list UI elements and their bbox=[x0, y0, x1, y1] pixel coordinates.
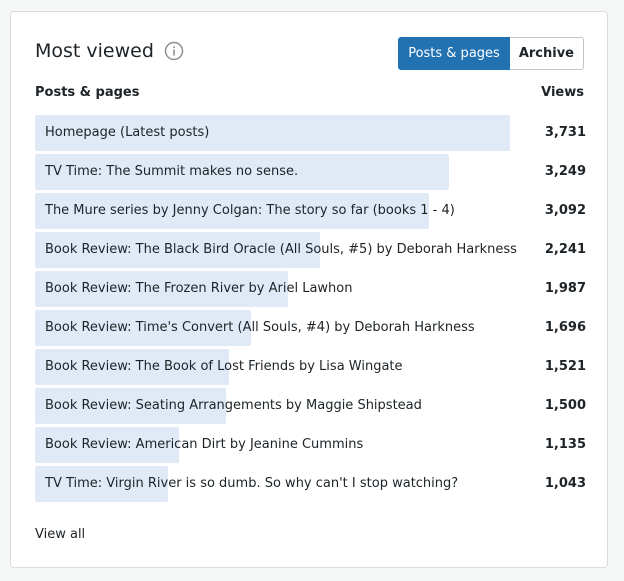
view-count: 1,500 bbox=[544, 398, 586, 413]
list-item[interactable]: Book Review: The Book of Lost Friends by… bbox=[35, 349, 586, 385]
list-item[interactable]: TV Time: The Summit makes no sense. 3,249 bbox=[35, 154, 586, 190]
list-item[interactable]: Book Review: Seating Arrangements by Mag… bbox=[35, 388, 586, 424]
most-viewed-card: Most viewed Posts & pages Archive Posts … bbox=[10, 11, 608, 568]
post-title-link[interactable]: Book Review: The Black Bird Oracle (All … bbox=[45, 232, 517, 268]
view-count: 3,731 bbox=[544, 125, 586, 140]
post-title-link[interactable]: Book Review: Time's Convert (All Souls, … bbox=[45, 310, 475, 346]
list-item[interactable]: Book Review: American Dirt by Jeanine Cu… bbox=[35, 427, 586, 463]
post-title-link[interactable]: TV Time: The Summit makes no sense. bbox=[45, 154, 298, 190]
view-count: 1,987 bbox=[544, 281, 586, 296]
post-title-link[interactable]: TV Time: Virgin River is so dumb. So why… bbox=[45, 466, 458, 502]
view-count: 3,092 bbox=[544, 203, 586, 218]
column-header-views: Views bbox=[541, 85, 584, 100]
view-count: 1,696 bbox=[544, 320, 586, 335]
list-item[interactable]: Book Review: Time's Convert (All Souls, … bbox=[35, 310, 586, 346]
view-count: 3,249 bbox=[544, 164, 586, 179]
post-title-link[interactable]: Book Review: The Frozen River by Ariel L… bbox=[45, 271, 352, 307]
post-title-link[interactable]: Book Review: American Dirt by Jeanine Cu… bbox=[45, 427, 363, 463]
view-count: 1,043 bbox=[544, 476, 586, 491]
tab-posts-pages[interactable]: Posts & pages bbox=[398, 37, 510, 70]
view-toggle: Posts & pages Archive bbox=[398, 37, 584, 70]
most-viewed-list: Homepage (Latest posts) 3,731 TV Time: The… bbox=[35, 115, 586, 505]
post-title-link[interactable]: Book Review: The Book of Lost Friends by… bbox=[45, 349, 403, 385]
tab-archive[interactable]: Archive bbox=[509, 37, 584, 70]
view-count: 1,135 bbox=[544, 437, 586, 452]
view-count: 2,241 bbox=[544, 242, 586, 257]
view-count: 1,521 bbox=[544, 359, 586, 374]
list-item[interactable]: TV Time: Virgin River is so dumb. So why… bbox=[35, 466, 586, 502]
info-circle-icon[interactable] bbox=[164, 41, 184, 61]
post-title-link[interactable]: The Mure series by Jenny Colgan: The sto… bbox=[45, 193, 455, 229]
post-title-link[interactable]: Homepage (Latest posts) bbox=[45, 115, 209, 151]
post-title-link[interactable]: Book Review: Seating Arrangements by Mag… bbox=[45, 388, 422, 424]
view-all-link[interactable]: View all bbox=[35, 527, 85, 542]
list-item[interactable]: The Mure series by Jenny Colgan: The sto… bbox=[35, 193, 586, 229]
list-item[interactable]: Homepage (Latest posts) 3,731 bbox=[35, 115, 586, 151]
card-header: Most viewed bbox=[35, 40, 184, 62]
column-header-posts: Posts & pages bbox=[35, 85, 140, 100]
list-item[interactable]: Book Review: The Black Bird Oracle (All … bbox=[35, 232, 586, 268]
list-item[interactable]: Book Review: The Frozen River by Ariel L… bbox=[35, 271, 586, 307]
card-title: Most viewed bbox=[35, 40, 154, 62]
